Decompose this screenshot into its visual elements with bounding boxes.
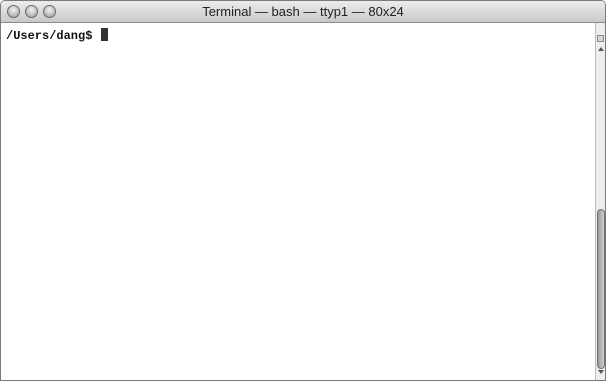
scroll-top-button[interactable] bbox=[597, 35, 604, 42]
terminal-window: Terminal — bash — ttyp1 — 80x24 /Users/d… bbox=[0, 0, 606, 381]
vertical-scrollbar[interactable] bbox=[595, 23, 605, 380]
terminal-content[interactable]: /Users/dang$ bbox=[1, 23, 595, 380]
cursor-block-icon bbox=[100, 28, 108, 41]
scroll-down-arrow-icon[interactable] bbox=[598, 370, 604, 374]
prompt-text: /Users/dang$ bbox=[6, 29, 100, 43]
scroll-thumb[interactable] bbox=[597, 209, 605, 369]
title-bar[interactable]: Terminal — bash — ttyp1 — 80x24 bbox=[1, 1, 605, 23]
prompt-line: /Users/dang$ bbox=[6, 28, 108, 43]
scroll-up-arrow-icon[interactable] bbox=[598, 47, 604, 51]
window-title: Terminal — bash — ttyp1 — 80x24 bbox=[202, 4, 404, 19]
